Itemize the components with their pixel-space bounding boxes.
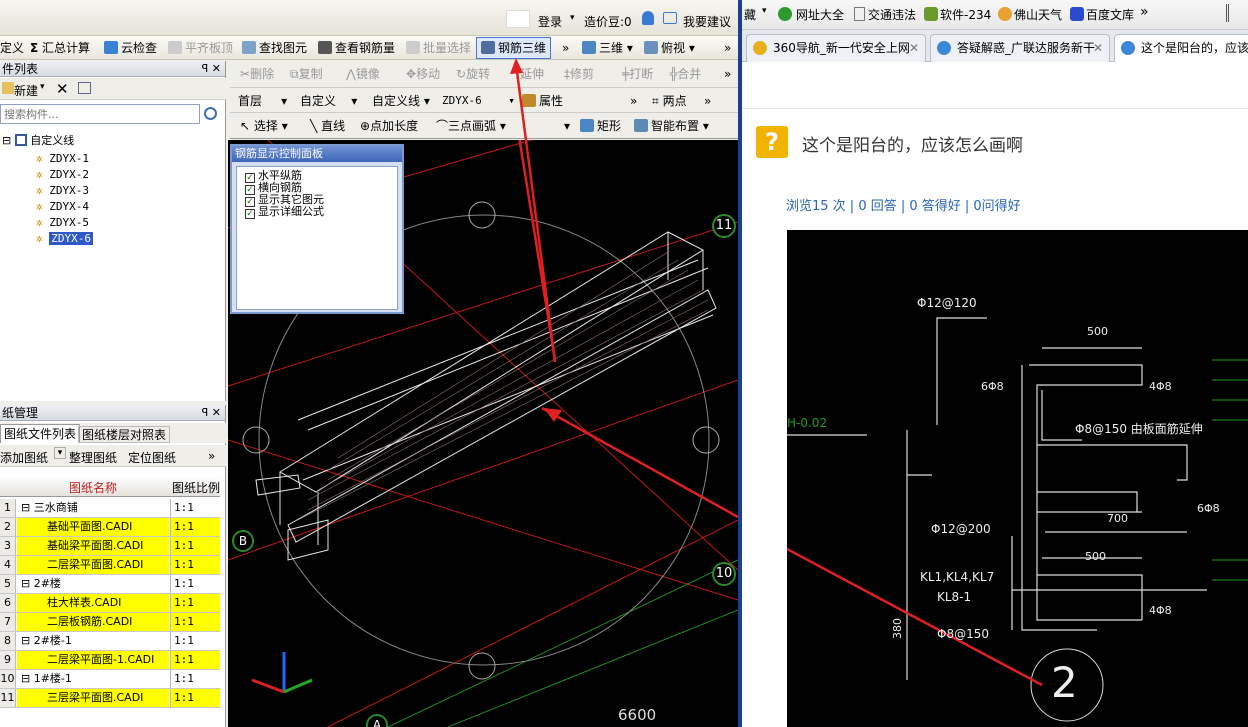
cad-label: 4Φ8 xyxy=(1149,380,1172,393)
bookmark-software[interactable]: 软件-234 xyxy=(940,6,991,23)
cad-label: 6Φ8 xyxy=(981,380,1004,393)
ie-icon xyxy=(937,41,951,55)
bookmark-nav[interactable]: 网址大全 xyxy=(796,6,844,23)
cad-axis-number: 2 xyxy=(1051,658,1078,707)
cad-label: KL1,KL4,KL7 xyxy=(920,570,995,584)
software-icon xyxy=(924,7,938,21)
tab-current[interactable]: 这个是阳台的，应该 xyxy=(1114,34,1248,62)
page-icon xyxy=(854,7,865,21)
arrow-line xyxy=(514,63,557,363)
browser-window: 藏 ▾ 网址大全 交通违法 软件-234 佛山天气 百度文库 » 360导航_新… xyxy=(742,0,1248,727)
cad-label: H-0.02 xyxy=(787,416,828,430)
close-icon[interactable]: ✕ xyxy=(909,35,919,61)
bookmark-weather[interactable]: 佛山天气 xyxy=(1014,6,1062,23)
nav-icon xyxy=(778,7,792,21)
more-icon[interactable]: » xyxy=(1140,4,1149,20)
cad-drawing xyxy=(787,317,1248,722)
ie-icon xyxy=(1121,41,1135,55)
green-marks xyxy=(1212,359,1248,581)
tab-label: 360导航_新一代安全上网 xyxy=(773,41,910,55)
weather-icon xyxy=(998,7,1012,21)
360-icon xyxy=(753,41,767,55)
cad-line xyxy=(1037,574,1143,620)
close-icon[interactable]: ✕ xyxy=(1093,35,1103,61)
cad-label: KL8-1 xyxy=(937,590,972,604)
tab-glodon[interactable]: 答疑解惑_广联达服务新干 ✕ xyxy=(930,34,1110,62)
arrowhead xyxy=(510,58,523,74)
cad-line xyxy=(1037,444,1188,481)
bookmark-bar: 藏 ▾ 网址大全 交通违法 软件-234 佛山天气 百度文库 » xyxy=(742,0,1248,30)
cad-label: Φ8@150 由板面筋延伸 xyxy=(1075,422,1203,436)
baidu-icon xyxy=(1070,7,1084,21)
bookmark-fav[interactable]: 藏 xyxy=(744,6,756,23)
bookmark-baidu[interactable]: 百度文库 xyxy=(1086,6,1134,23)
cad-label: Φ8@150 xyxy=(937,627,989,641)
cad-label: 500 xyxy=(1087,325,1108,338)
annotation-overlay xyxy=(510,58,557,363)
cad-label: 500 xyxy=(1085,550,1106,563)
tab-label: 答疑解惑_广联达服务新干 xyxy=(957,41,1096,55)
cad-label: Φ12@120 xyxy=(917,296,977,310)
bookmark-traffic[interactable]: 交通违法 xyxy=(868,6,916,23)
question-icon: ? xyxy=(756,126,788,158)
question-title: 这个是阳台的，应该怎么画啊 xyxy=(802,136,1023,156)
cad-label: Φ12@200 xyxy=(931,522,991,536)
cad-label: 700 xyxy=(1107,512,1128,525)
arrow-line xyxy=(787,547,1043,687)
cad-line xyxy=(936,317,987,425)
chevron-down-icon[interactable]: ▾ xyxy=(762,6,767,16)
tab-label: 这个是阳台的，应该 xyxy=(1141,41,1248,55)
divider xyxy=(742,108,1248,109)
cad-lines xyxy=(787,317,1207,680)
cad-label: 380 xyxy=(891,618,904,639)
cad-image: Φ12@120 500 6Φ8 4Φ8 Φ8@150 由板面筋延伸 H-0.02… xyxy=(787,230,1248,727)
browser-tab-strip: 360导航_新一代安全上网 ✕ 答疑解惑_广联达服务新干 ✕ 这个是阳台的，应该 xyxy=(742,30,1248,62)
cad-line xyxy=(1037,491,1138,512)
cad-label: 4Φ8 xyxy=(1149,604,1172,617)
question-stats[interactable]: 浏览15 次 | 0 回答 | 0 答得好 | 0问得好 xyxy=(786,195,1021,214)
cad-label: 6Φ8 xyxy=(1197,502,1220,515)
tab-360-nav[interactable]: 360导航_新一代安全上网 ✕ xyxy=(746,34,926,62)
menu-icon[interactable] xyxy=(1226,4,1230,22)
glodon-app-window: 登录 ▾ 造价豆:0 我要建议 定义 Σ 汇总计算 云检查 平齐板顶 查找图元 … xyxy=(0,0,738,727)
